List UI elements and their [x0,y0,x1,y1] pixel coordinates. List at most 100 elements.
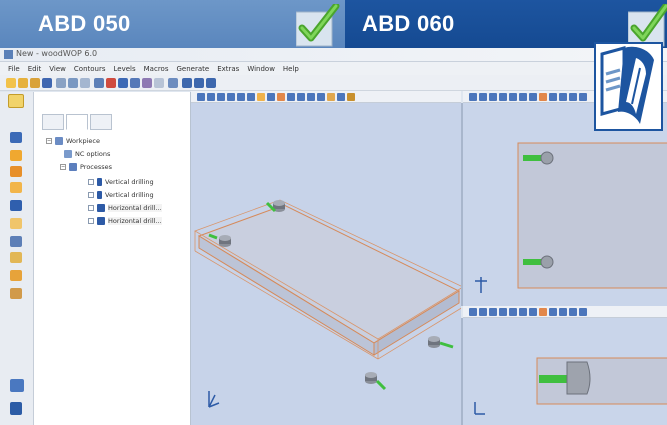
tree-item[interactable]: − Processes [60,163,112,175]
view-back-icon[interactable] [207,93,215,101]
tree-root[interactable]: − Workpiece [46,137,100,149]
collapse-icon[interactable]: − [46,138,52,144]
shaded-icon[interactable] [277,93,285,101]
simulate-icon[interactable] [118,78,128,88]
pocket-tool-icon[interactable] [10,252,22,263]
view-front-icon[interactable] [469,93,477,101]
checkbox[interactable] [88,192,94,198]
viewport-top-view[interactable] [461,103,667,306]
view-left-icon[interactable] [489,93,497,101]
tree-item[interactable]: Vertical drilling [88,191,154,203]
pan-icon[interactable] [569,93,577,101]
menu-extras[interactable]: Extras [213,62,243,75]
rotate-icon[interactable] [579,308,587,316]
view-back-icon[interactable] [479,308,487,316]
tree-item[interactable]: NC options [64,150,110,162]
mill-tool-icon[interactable] [10,236,22,247]
text-tool-icon[interactable] [10,288,22,299]
menu-levels[interactable]: Levels [110,62,140,75]
print-icon[interactable] [56,78,66,88]
play-icon[interactable] [194,78,204,88]
zoom-all-icon[interactable] [559,308,567,316]
view-top-icon[interactable] [237,93,245,101]
select-tool-icon[interactable] [8,94,24,108]
view-left-icon[interactable] [489,308,497,316]
measure-icon[interactable] [327,93,335,101]
tab-contours[interactable] [42,114,64,130]
tool-icon[interactable] [168,78,178,88]
view-iso-icon[interactable] [257,93,265,101]
tree-item[interactable]: Horizontal drill... [88,217,162,229]
generate-icon[interactable] [106,78,116,88]
view-bottom-icon[interactable] [519,308,527,316]
view-bottom-icon[interactable] [519,93,527,101]
line-tool-icon[interactable] [10,150,22,161]
zoom-icon[interactable] [549,93,557,101]
tab-processes[interactable] [66,114,88,130]
redo-icon[interactable] [80,78,90,88]
viewport-front-view[interactable] [461,318,667,425]
rotate-icon[interactable] [317,93,325,101]
tab-tools[interactable] [90,114,112,130]
workpiece-icon[interactable] [130,78,140,88]
point-tool-icon[interactable] [10,132,22,143]
arrow-left-icon[interactable] [182,78,192,88]
menu-window[interactable]: Window [243,62,279,75]
undo-icon[interactable] [68,78,78,88]
view-cube-icon[interactable] [10,379,24,392]
view-top-icon[interactable] [509,93,517,101]
layer-icon[interactable] [142,78,152,88]
zoom-icon[interactable] [549,308,557,316]
menu-edit[interactable]: Edit [24,62,46,75]
checkbox[interactable] [88,179,94,185]
arrow-right-icon[interactable] [206,78,216,88]
shaded-icon[interactable] [539,93,547,101]
menu-generate[interactable]: Generate [172,62,213,75]
view-iso-icon[interactable] [529,93,537,101]
pan-icon[interactable] [307,93,315,101]
viewport-3d[interactable] [191,103,464,425]
view-right-icon[interactable] [499,93,507,101]
view-back-icon[interactable] [479,93,487,101]
view-front-icon[interactable] [469,308,477,316]
menu-view[interactable]: View [45,62,70,75]
open-icon[interactable] [30,78,40,88]
rotate-icon[interactable] [579,93,587,101]
view-iso-icon[interactable] [529,308,537,316]
view-right-icon[interactable] [227,93,235,101]
contour-tool-icon[interactable] [10,182,22,193]
settings-icon[interactable] [154,78,164,88]
menu-contours[interactable]: Contours [70,62,110,75]
menu-file[interactable]: File [4,62,24,75]
view-bottom-icon[interactable] [247,93,255,101]
view-front-icon[interactable] [197,93,205,101]
pan-icon[interactable] [569,308,577,316]
light-icon[interactable] [347,93,355,101]
drill-tool-icon[interactable] [10,200,22,211]
arc-tool-icon[interactable] [10,166,22,177]
checkbox[interactable] [88,205,94,211]
properties-icon[interactable] [10,402,22,415]
zoom-icon[interactable] [287,93,295,101]
checkbox[interactable] [88,218,94,224]
menu-macros[interactable]: Macros [140,62,173,75]
macro-icon[interactable] [94,78,104,88]
shaded-icon[interactable] [539,308,547,316]
view-right-icon[interactable] [499,308,507,316]
zoom-all-icon[interactable] [297,93,305,101]
zoom-all-icon[interactable] [559,93,567,101]
tree-item[interactable]: Vertical drilling [88,178,154,190]
manual-book-icon[interactable] [594,42,663,131]
saw-tool-icon[interactable] [10,218,22,229]
collapse-icon[interactable]: − [60,164,66,170]
save-icon[interactable] [42,78,52,88]
tree-item[interactable]: Horizontal drill... [88,204,162,216]
new-file-icon[interactable] [6,78,16,88]
open-folder-icon[interactable] [18,78,28,88]
grid-icon[interactable] [337,93,345,101]
menu-help[interactable]: Help [279,62,303,75]
view-left-icon[interactable] [217,93,225,101]
route-tool-icon[interactable] [10,270,22,281]
wireframe-icon[interactable] [267,93,275,101]
view-top-icon[interactable] [509,308,517,316]
